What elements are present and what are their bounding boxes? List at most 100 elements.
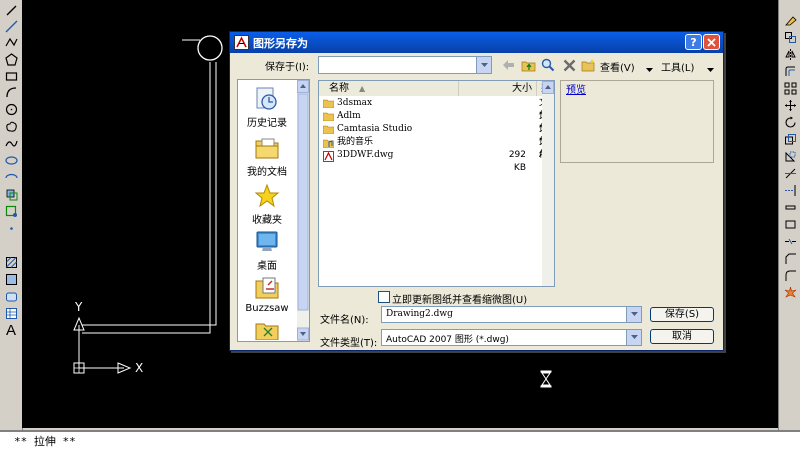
place-buzzsaw[interactable]: Buzzsaw — [238, 275, 296, 314]
place-desktop[interactable]: 桌面 — [238, 229, 296, 272]
ellipse-tool-icon[interactable] — [3, 154, 19, 167]
command-line[interactable]: ** 拉伸 ** — [0, 430, 800, 452]
break-tool-icon[interactable] — [782, 218, 798, 231]
place-more[interactable] — [238, 320, 296, 340]
polygon-tool-icon[interactable] — [3, 53, 19, 66]
update-thumbnail-checkbox[interactable] — [378, 291, 390, 303]
save-button[interactable]: 保存(S) — [650, 307, 714, 322]
file-list-vertical-scrollbar[interactable] — [542, 81, 554, 286]
explode-tool-icon[interactable] — [782, 286, 798, 299]
chevron-down-icon[interactable] — [626, 307, 641, 322]
line-tool-icon[interactable] — [3, 4, 19, 17]
filetype-value: AutoCAD 2007 图形 (*.dwg) — [386, 335, 509, 345]
cancel-button[interactable]: 取消 — [650, 329, 714, 344]
place-label: 我的文档 — [247, 167, 287, 178]
point-tool-icon[interactable] — [3, 222, 19, 235]
hatch-tool-icon[interactable] — [3, 256, 19, 269]
tools-dropdown-arrow-icon[interactable] — [707, 63, 714, 76]
x-axis-label: X — [135, 361, 144, 375]
spline-tool-icon[interactable] — [3, 137, 19, 150]
file-name: Camtasia Studio — [337, 124, 413, 134]
dialog-title: 图形另存为 — [253, 37, 308, 50]
help-button[interactable]: ? — [685, 34, 702, 50]
rotate-tool-icon[interactable] — [782, 116, 798, 129]
delete-icon[interactable] — [561, 57, 577, 73]
chamfer-tool-icon[interactable] — [782, 252, 798, 265]
offset-tool-icon[interactable] — [782, 65, 798, 78]
gradient-tool-icon[interactable] — [3, 273, 19, 286]
up-folder-icon[interactable] — [520, 57, 536, 73]
file-row[interactable]: 3DDWF.dwg 292 KB Aut — [319, 149, 554, 173]
filename-input[interactable]: Drawing2.dwg — [381, 306, 642, 323]
copy-tool-icon[interactable] — [782, 31, 798, 44]
file-row[interactable]: Camtasia Studio 文件 — [319, 123, 554, 147]
save-in-dropdown[interactable] — [318, 56, 492, 74]
ftp-folder-icon — [255, 323, 279, 340]
erase-tool-icon[interactable] — [782, 14, 798, 27]
dialog-titlebar[interactable]: 图形另存为 ? — [230, 32, 723, 53]
file-name: Adlm — [337, 111, 361, 121]
construction-line-icon[interactable] — [3, 20, 19, 33]
favorites-icon — [254, 183, 280, 208]
new-folder-icon[interactable] — [580, 57, 596, 73]
left-draw-toolbar: A — [0, 0, 23, 430]
scale-tool-icon[interactable] — [782, 133, 798, 146]
place-favorites[interactable]: 收藏夹 — [238, 183, 296, 226]
preview-label: 预览 — [566, 85, 586, 96]
places-scrollbar[interactable] — [297, 80, 309, 341]
file-row[interactable]: 3dsmax 文件 — [319, 97, 554, 121]
circle-tool-icon[interactable] — [3, 103, 19, 116]
revision-cloud-icon[interactable] — [3, 120, 19, 133]
buzzsaw-icon — [255, 277, 279, 299]
view-dropdown-arrow-icon[interactable] — [646, 63, 653, 76]
dwg-file-icon — [323, 151, 334, 167]
mirror-tool-icon[interactable] — [782, 48, 798, 61]
file-name: 3dsmax — [337, 98, 373, 108]
rectangle-tool-icon[interactable] — [3, 70, 19, 83]
chevron-down-icon[interactable] — [476, 57, 491, 73]
make-block-icon[interactable] — [3, 205, 19, 218]
save-as-dialog: 图形另存为 ? 保存于(I): 查看(V) 工具(L) 历史记录 我的文档 收藏… — [229, 31, 724, 351]
desktop-icon — [256, 231, 278, 251]
extend-tool-icon[interactable] — [782, 184, 798, 197]
file-row[interactable]: Adlm 文件 — [319, 110, 554, 134]
my-documents-icon — [255, 138, 279, 159]
file-size: 292 KB — [508, 150, 526, 173]
file-row[interactable]: 我的音乐 文件 — [319, 136, 554, 160]
filetype-dropdown[interactable]: AutoCAD 2007 图形 (*.dwg) — [381, 329, 642, 346]
arc-tool-icon[interactable] — [3, 86, 19, 99]
file-list[interactable]: 名称 ▲ 大小 类 3dsmax 文件 Adlm 文件 Camtasia Stu… — [318, 80, 555, 287]
chevron-down-icon[interactable] — [626, 330, 641, 345]
move-tool-icon[interactable] — [782, 99, 798, 112]
sort-ascending-icon: ▲ — [359, 84, 366, 93]
polyline-tool-icon[interactable] — [3, 36, 19, 49]
preview-panel: 预览 — [560, 80, 714, 163]
multiline-text-icon[interactable]: A — [3, 323, 19, 338]
back-arrow-icon[interactable] — [500, 57, 516, 73]
view-menu-button[interactable]: 查看(V) — [600, 59, 635, 74]
update-thumbnail-label: 立即更新图纸并查看缩微图(U) — [392, 295, 528, 306]
place-history[interactable]: 历史记录 — [238, 86, 296, 129]
column-header-name[interactable]: 名称 ▲ — [319, 81, 459, 96]
join-tool-icon[interactable] — [782, 235, 798, 248]
column-header-size[interactable]: 大小 — [459, 81, 537, 96]
ellipse-arc-icon[interactable] — [3, 171, 19, 184]
array-tool-icon[interactable] — [782, 82, 798, 95]
table-tool-icon[interactable] — [3, 307, 19, 320]
place-label: 历史记录 — [247, 118, 287, 129]
break-at-point-icon[interactable] — [782, 201, 798, 214]
close-icon[interactable] — [703, 34, 720, 50]
file-name: 3DDWF.dwg — [337, 150, 394, 160]
region-tool-icon[interactable] — [3, 290, 19, 303]
tools-menu-button[interactable]: 工具(L) — [661, 59, 694, 74]
search-web-icon[interactable] — [540, 57, 556, 73]
save-in-label: 保存于(I): — [265, 62, 310, 73]
history-icon — [256, 87, 277, 110]
right-modify-toolbar — [778, 0, 800, 430]
trim-tool-icon[interactable] — [782, 167, 798, 180]
place-my-documents[interactable]: 我的文档 — [238, 135, 296, 178]
filename-label: 文件名(N): — [320, 315, 369, 326]
fillet-tool-icon[interactable] — [782, 269, 798, 282]
stretch-tool-icon[interactable] — [782, 150, 798, 163]
insert-block-icon[interactable] — [3, 188, 19, 201]
